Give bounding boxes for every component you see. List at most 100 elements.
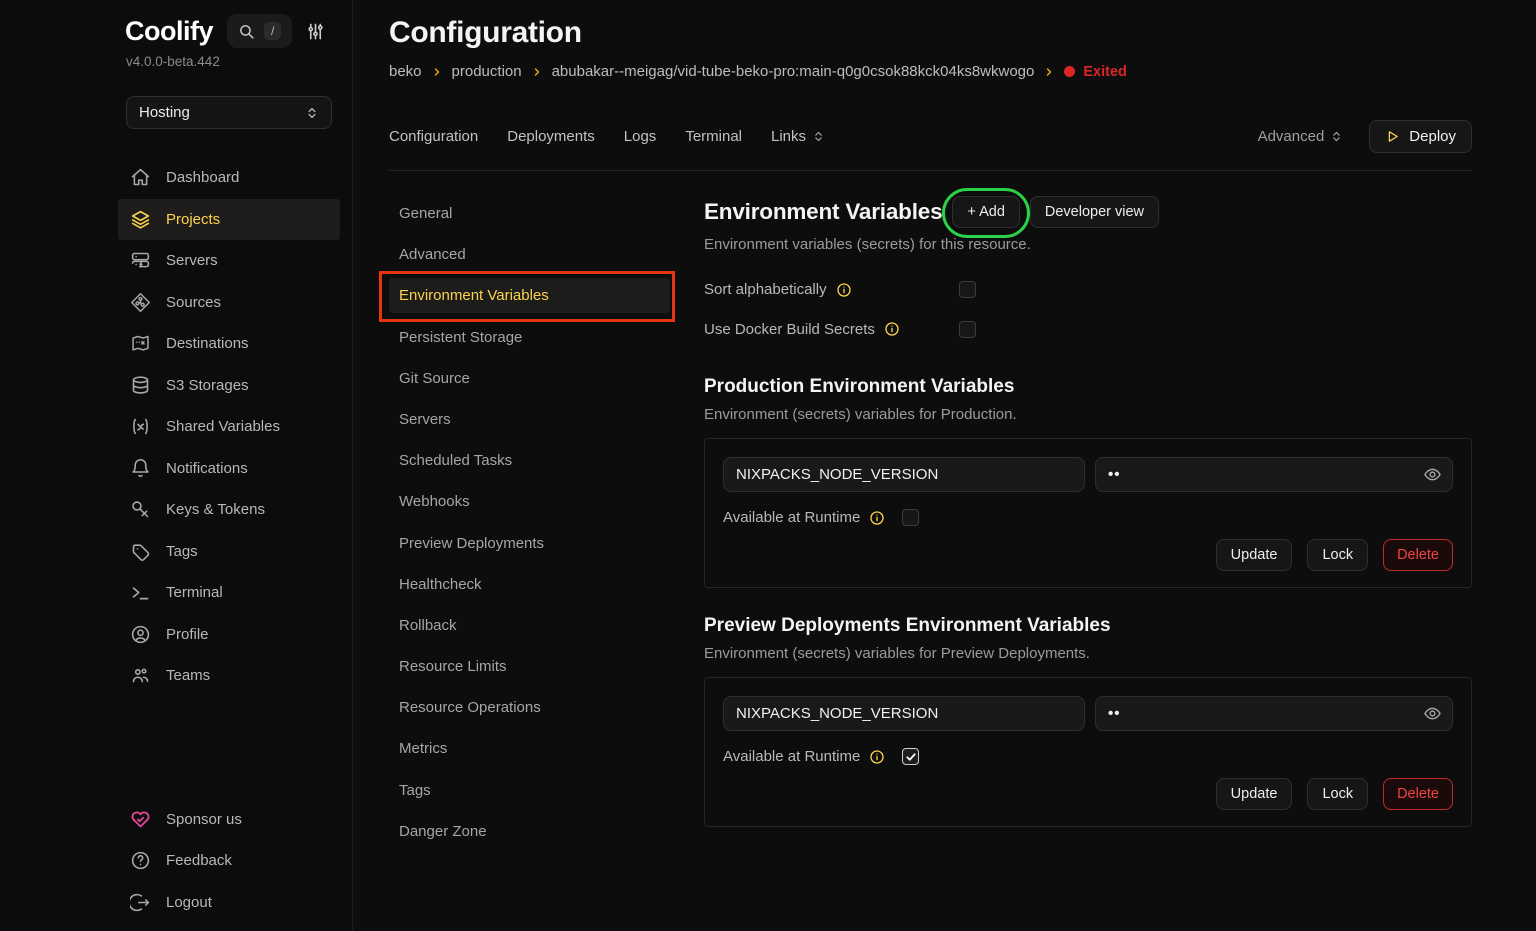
tab-logs[interactable]: Logs	[624, 128, 657, 145]
tab-configuration[interactable]: Configuration	[389, 128, 478, 145]
reveal-value-eye-icon[interactable]	[1423, 465, 1442, 484]
production-env-section: Production Environment Variables Environ…	[704, 376, 1472, 588]
breadcrumb-team[interactable]: beko	[389, 63, 422, 80]
add-variable-button[interactable]: + Add	[952, 196, 1020, 228]
variable-value-input[interactable]	[1095, 457, 1453, 492]
info-icon[interactable]	[869, 749, 885, 765]
sidebar-item-tags[interactable]: Tags	[118, 531, 340, 573]
sidebar-item-label: Dashboard	[166, 169, 239, 186]
sort-alphabetically-checkbox[interactable]	[959, 281, 976, 298]
subnav-item-scheduled-tasks[interactable]: Scheduled Tasks	[389, 443, 670, 478]
team-select-value: Hosting	[139, 104, 190, 121]
sidebar-item-teams[interactable]: Teams	[118, 655, 340, 697]
user-circle-icon	[130, 624, 151, 645]
runtime-label: Available at Runtime	[723, 509, 860, 526]
variable-name-input[interactable]	[723, 457, 1085, 492]
heart-icon	[130, 809, 151, 830]
sidebar-item-projects[interactable]: Projects	[118, 199, 340, 241]
update-button[interactable]: Update	[1216, 539, 1293, 571]
settings-subnav: General Advanced Environment Variables P…	[389, 196, 670, 855]
sidebar-item-label: Keys & Tokens	[166, 501, 265, 518]
sidebar-item-dashboard[interactable]: Dashboard	[118, 157, 340, 199]
sidebar-item-s3-storages[interactable]: S3 Storages	[118, 365, 340, 407]
breadcrumb-environment[interactable]: production	[452, 63, 522, 80]
runtime-checkbox[interactable]	[902, 509, 919, 526]
terminal-icon	[130, 582, 151, 603]
subnav-item-preview-deployments[interactable]: Preview Deployments	[389, 526, 670, 561]
breadcrumb-resource[interactable]: abubakar--meigag/vid-tube-beko-pro:main-…	[552, 63, 1035, 80]
chevron-right-icon	[1043, 66, 1055, 78]
info-icon[interactable]	[836, 282, 852, 298]
subnav-item-resource-limits[interactable]: Resource Limits	[389, 649, 670, 684]
subnav-item-metrics[interactable]: Metrics	[389, 731, 670, 766]
database-icon	[130, 375, 151, 396]
subnav-item-webhooks[interactable]: Webhooks	[389, 484, 670, 519]
tab-links[interactable]: Links	[771, 128, 825, 145]
info-icon[interactable]	[884, 321, 900, 337]
status-dot-icon	[1064, 66, 1075, 77]
sidebar-item-servers[interactable]: Servers	[118, 240, 340, 282]
subnav-item-healthcheck[interactable]: Healthcheck	[389, 567, 670, 602]
team-select[interactable]: Hosting	[126, 96, 332, 129]
update-button[interactable]: Update	[1216, 778, 1293, 810]
variable-value-input[interactable]	[1095, 696, 1453, 731]
variable-icon	[130, 416, 151, 437]
sidebar-item-label: Terminal	[166, 584, 223, 601]
logout-icon	[130, 892, 151, 913]
sidebar-item-notifications[interactable]: Notifications	[118, 448, 340, 490]
runtime-checkbox[interactable]	[902, 748, 919, 765]
subnav-item-danger-zone[interactable]: Danger Zone	[389, 814, 670, 849]
sidebar-item-sponsor-us[interactable]: Sponsor us	[118, 799, 340, 841]
deploy-button[interactable]: Deploy	[1369, 120, 1472, 153]
chevron-right-icon	[431, 66, 443, 78]
sidebar-item-feedback[interactable]: Feedback	[118, 840, 340, 882]
delete-button[interactable]: Delete	[1383, 778, 1453, 810]
sidebar-item-destinations[interactable]: Destinations	[118, 323, 340, 365]
settings-sliders-icon[interactable]	[306, 22, 325, 41]
delete-button[interactable]: Delete	[1383, 539, 1453, 571]
docker-build-secrets-checkbox[interactable]	[959, 321, 976, 338]
toggle-sort-alphabetically: Sort alphabetically	[704, 270, 1472, 310]
available-at-runtime-row: Available at Runtime	[723, 748, 1453, 765]
sidebar-item-profile[interactable]: Profile	[118, 614, 340, 656]
toggle-docker-build-secrets: Use Docker Build Secrets	[704, 310, 1472, 350]
subnav-item-tags[interactable]: Tags	[389, 773, 670, 808]
subnav-item-resource-operations[interactable]: Resource Operations	[389, 690, 670, 725]
tag-icon	[130, 541, 151, 562]
sidebar-item-keys-tokens[interactable]: Keys & Tokens	[118, 489, 340, 531]
status-badge[interactable]: Exited	[1064, 64, 1127, 80]
sidebar-item-terminal[interactable]: Terminal	[118, 572, 340, 614]
sidebar-item-label: Projects	[166, 211, 220, 228]
section-heading: Environment Variables	[704, 199, 942, 225]
info-icon[interactable]	[869, 510, 885, 526]
subnav-item-git-source[interactable]: Git Source	[389, 361, 670, 396]
subnav-item-environment-variables[interactable]: Environment Variables	[389, 278, 670, 313]
subnav-item-advanced[interactable]: Advanced	[389, 237, 670, 272]
subnav-item-persistent-storage[interactable]: Persistent Storage	[389, 320, 670, 355]
subnav-item-general[interactable]: General	[389, 196, 670, 231]
search-button[interactable]: /	[227, 14, 292, 48]
sidebar-item-shared-variables[interactable]: Shared Variables	[118, 406, 340, 448]
tab-deployments[interactable]: Deployments	[507, 128, 595, 145]
subnav-item-rollback[interactable]: Rollback	[389, 608, 670, 643]
git-source-icon	[130, 292, 151, 313]
chevron-updown-icon	[812, 130, 825, 143]
preview-env-section: Preview Deployments Environment Variable…	[704, 615, 1472, 827]
lock-button[interactable]: Lock	[1307, 539, 1368, 571]
content-panel: Environment Variables + Add Developer vi…	[704, 196, 1472, 855]
sidebar-item-label: Tags	[166, 543, 198, 560]
variable-name-input[interactable]	[723, 696, 1085, 731]
main-area: Configuration beko production abubakar--…	[353, 0, 1536, 855]
sidebar-item-sources[interactable]: Sources	[118, 282, 340, 324]
advanced-dropdown[interactable]: Advanced	[1258, 128, 1344, 145]
tab-terminal[interactable]: Terminal	[685, 128, 742, 145]
lock-button[interactable]: Lock	[1307, 778, 1368, 810]
developer-view-button[interactable]: Developer view	[1030, 196, 1159, 228]
reveal-value-eye-icon[interactable]	[1423, 704, 1442, 723]
sidebar-item-logout[interactable]: Logout	[118, 882, 340, 924]
play-icon	[1385, 129, 1400, 144]
chevron-updown-icon	[1330, 130, 1343, 143]
subnav-item-servers[interactable]: Servers	[389, 402, 670, 437]
home-icon	[130, 167, 151, 188]
sidebar-item-label: Sponsor us	[166, 811, 242, 828]
